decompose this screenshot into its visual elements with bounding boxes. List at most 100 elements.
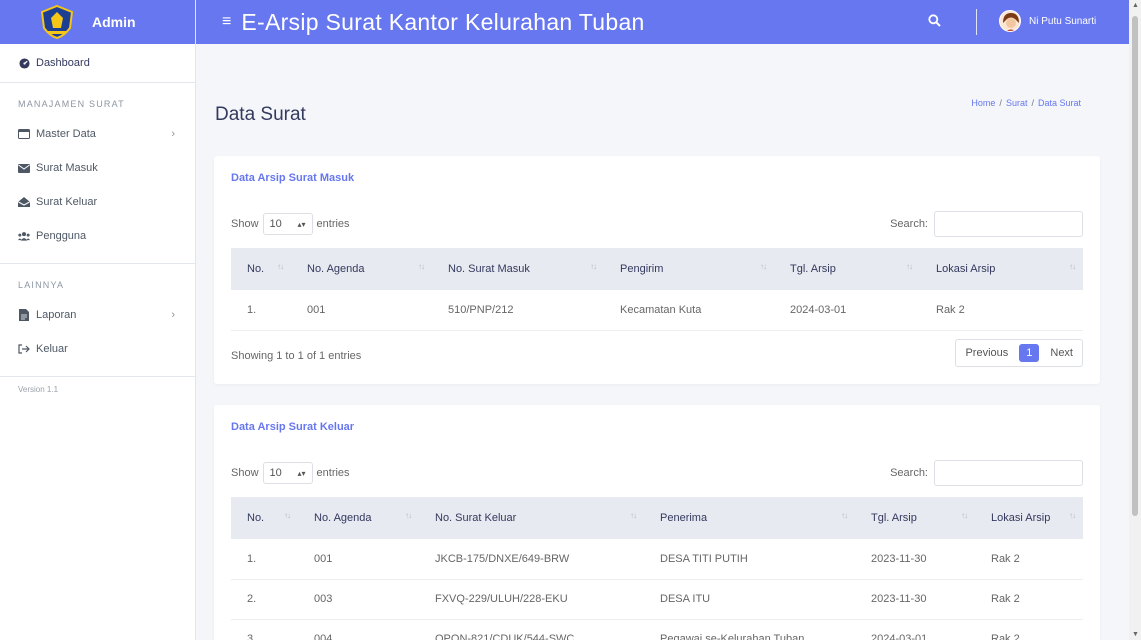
table-cell: 2024-03-01 <box>774 290 920 331</box>
sort-icon: ↑↓ <box>284 511 291 520</box>
table-cell: 001 <box>291 290 432 331</box>
sort-icon: ↑↓ <box>760 262 767 271</box>
column-header[interactable]: Lokasi Arsip ↑↓ <box>975 497 1083 539</box>
sidebar-item-label: Laporan <box>36 309 77 321</box>
page-scrollbar[interactable]: ▲ ▼ <box>1129 0 1141 640</box>
table-cell: 1. <box>231 539 298 580</box>
table-cell: Kecamatan Kuta <box>604 290 774 331</box>
sidebar-item-surat-masuk[interactable]: Surat Masuk <box>0 151 195 185</box>
sort-updown-icon: ▴▾ <box>297 219 306 229</box>
kelurahan-logo-icon <box>36 4 78 40</box>
table-cell: 510/PNP/212 <box>432 290 604 331</box>
page-1-button[interactable]: 1 <box>1019 344 1040 362</box>
column-header[interactable]: No. Surat Keluar ↑↓ <box>419 497 644 539</box>
sort-icon: ↑↓ <box>277 262 284 271</box>
pagination: Previous 1 Next <box>955 339 1083 367</box>
topbar: ≡ E-Arsip Surat Kantor Kelurahan Tuban N… <box>196 0 1129 44</box>
table-cell: Rak 2 <box>975 579 1083 620</box>
section-label-manajamen: MANAJAMEN SURAT <box>18 99 125 109</box>
sidebar-item-laporan[interactable]: Laporan › <box>0 298 195 332</box>
table-cell: JKCB-175/DNXE/649-BRW <box>419 539 644 580</box>
column-header[interactable]: No. ↑↓ <box>231 497 298 539</box>
sidebar-item-dashboard[interactable]: Dashboard <box>0 44 195 82</box>
scroll-up-icon[interactable]: ▲ <box>1132 2 1139 9</box>
table-header-row: No. ↑↓ No. Agenda ↑↓ No. Surat Masuk ↑↓ Pen… <box>231 248 1083 290</box>
show-label: Show <box>231 467 259 479</box>
card-surat-masuk: Data Arsip Surat Masuk Show 10 ▴▾ entrie… <box>214 156 1100 384</box>
dashboard-icon <box>18 57 30 69</box>
main-content: Data Surat Home / Surat / Data Surat Data Ar… <box>196 44 1129 640</box>
sign-out-icon <box>18 343 30 355</box>
column-header[interactable]: Lokasi Arsip ↑↓ <box>920 248 1083 290</box>
table-cell: Rak 2 <box>975 539 1083 580</box>
table-cell: 2. <box>231 579 298 620</box>
card-header: Data Arsip Surat Masuk <box>231 172 355 184</box>
column-header[interactable]: No. Agenda ↑↓ <box>298 497 419 539</box>
sort-icon: ↑↓ <box>906 262 913 271</box>
sort-icon: ↑↓ <box>590 262 597 271</box>
breadcrumb-surat[interactable]: Surat <box>1006 98 1028 108</box>
table-cell: DESA TITI PUTIH <box>644 539 855 580</box>
search-input[interactable] <box>934 460 1083 486</box>
previous-button[interactable]: Previous <box>956 340 1017 366</box>
column-header[interactable]: Penerima ↑↓ <box>644 497 855 539</box>
divider <box>0 82 195 83</box>
breadcrumb-current: Data Surat <box>1037 98 1081 108</box>
table-cell: 1. <box>231 290 291 331</box>
entries-value: 10 <box>269 467 282 479</box>
sidebar-brand[interactable]: Admin <box>0 0 195 44</box>
datatable-controls: Show 10 ▴▾ entries Search: <box>231 459 1083 487</box>
hamburger-menu-icon[interactable]: ≡ <box>222 13 231 31</box>
scroll-thumb[interactable] <box>1132 16 1138 516</box>
app-title: E-Arsip Surat Kantor Kelurahan Tuban <box>241 8 645 35</box>
breadcrumb-home[interactable]: Home <box>971 98 995 108</box>
sort-icon: ↑↓ <box>418 262 425 271</box>
column-header[interactable]: No. Agenda ↑↓ <box>291 248 432 290</box>
table-cell: FXVQ-229/ULUH/228-EKU <box>419 579 644 620</box>
search-input[interactable] <box>934 211 1083 237</box>
avatar <box>999 10 1021 32</box>
card-header: Data Arsip Surat Keluar <box>231 421 355 433</box>
column-header[interactable]: Pengirim ↑↓ <box>604 248 774 290</box>
sort-icon: ↑↓ <box>841 511 848 520</box>
entries-select[interactable]: 10 ▴▾ <box>262 462 313 484</box>
column-header[interactable]: No. Surat Masuk ↑↓ <box>432 248 604 290</box>
search-label: Search: <box>890 218 928 230</box>
send-icon <box>18 196 30 208</box>
section-label-lainnya: LAINNYA <box>18 280 65 290</box>
sidebar-item-label: Master Data <box>36 128 96 140</box>
version-label: Version 1.1 <box>18 385 59 394</box>
entries-select[interactable]: 10 ▴▾ <box>262 213 313 235</box>
table-header-row: No. ↑↓ No. Agenda ↑↓ No. Surat Keluar ↑↓ Pe… <box>231 497 1083 539</box>
breadcrumb-separator: / <box>1031 98 1034 108</box>
scroll-down-icon[interactable]: ▼ <box>1132 631 1139 638</box>
table-cell: 003 <box>298 579 419 620</box>
table-cell: Rak 2 <box>975 619 1083 640</box>
sidebar-item-label: Keluar <box>36 343 68 355</box>
sidebar-item-label: Surat Keluar <box>36 196 98 208</box>
user-name: Ni Putu Sunarti <box>1029 15 1097 27</box>
sidebar-item-label: Pengguna <box>36 230 87 242</box>
column-header[interactable]: No. ↑↓ <box>231 248 291 290</box>
sidebar-item-surat-keluar[interactable]: Surat Keluar <box>0 185 195 219</box>
next-button[interactable]: Next <box>1041 340 1082 366</box>
column-header[interactable]: Tgl. Arsip ↑↓ <box>774 248 920 290</box>
show-label: Show <box>231 218 259 230</box>
user-menu[interactable]: Ni Putu Sunarti <box>999 10 1096 32</box>
sidebar-item-keluar[interactable]: Keluar <box>0 332 195 366</box>
column-header[interactable]: Tgl. Arsip ↑↓ <box>855 497 975 539</box>
divider <box>0 263 195 264</box>
sort-updown-icon: ▴▾ <box>297 468 306 478</box>
users-icon <box>18 230 30 242</box>
sidebar-item-master-data[interactable]: Master Data › <box>0 117 195 151</box>
sort-icon: ↑↓ <box>961 511 968 520</box>
file-icon <box>18 309 30 321</box>
sidebar-item-label: Dashboard <box>36 57 90 69</box>
entries-value: 10 <box>269 218 282 230</box>
table-cell: Pegawai se-Kelurahan Tuban <box>644 619 855 640</box>
search-icon[interactable] <box>928 14 942 28</box>
sort-icon: ↑↓ <box>1069 262 1076 271</box>
sidebar-item-pengguna[interactable]: Pengguna <box>0 219 195 253</box>
sort-icon: ↑↓ <box>405 511 412 520</box>
table-cell: DESA ITU <box>644 579 855 620</box>
